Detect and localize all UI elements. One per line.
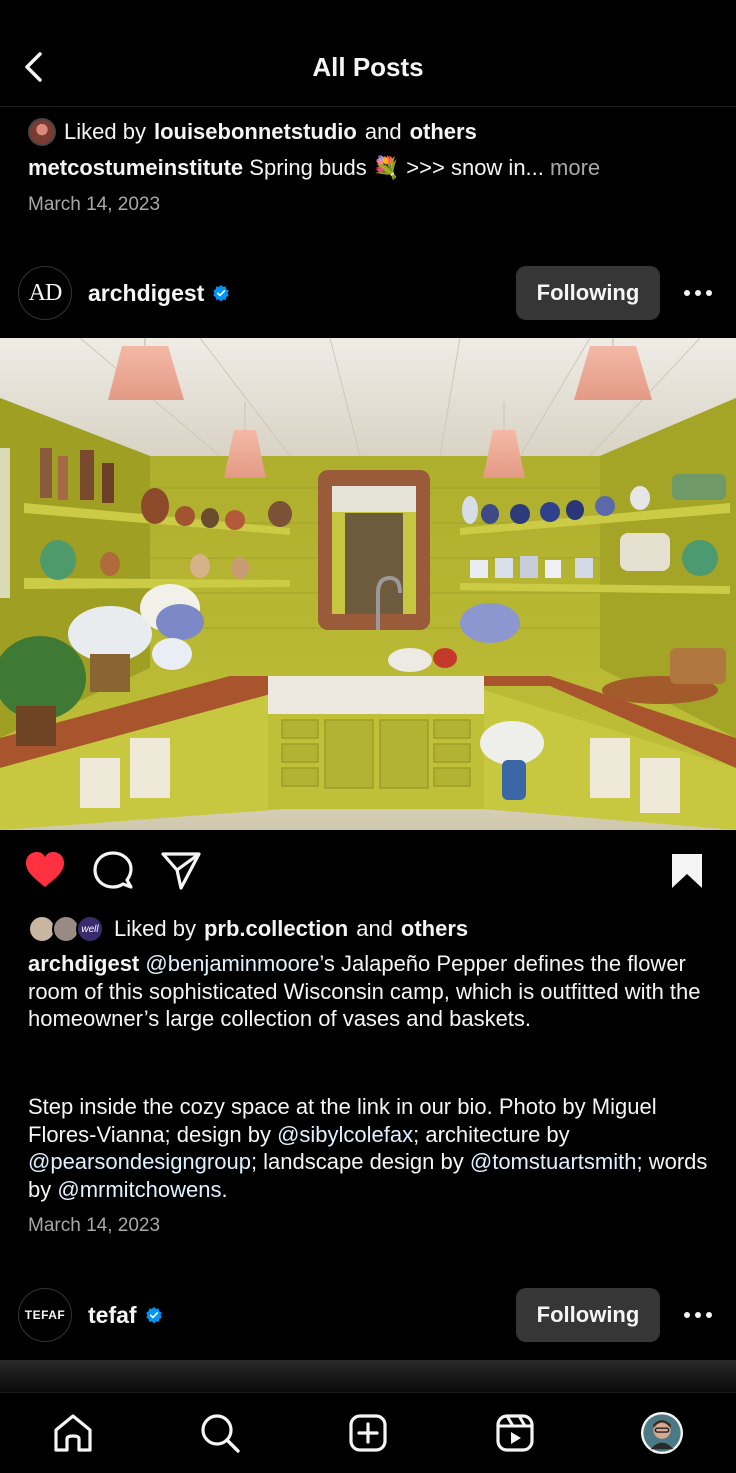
flower-room-illustration [0, 338, 736, 830]
following-button[interactable]: Following [516, 266, 660, 320]
post-username[interactable]: archdigest [88, 280, 204, 307]
liked-and: and [356, 916, 393, 941]
liked-prefix: Liked by [64, 119, 146, 144]
verified-badge-icon [145, 1306, 162, 1324]
avatar-logo-text: TEFAF [24, 1308, 66, 1322]
caption-text: Spring buds 💐 >>> snow in... [249, 155, 544, 180]
profile-avatar[interactable] [640, 1411, 684, 1455]
top-bar: All Posts [0, 0, 736, 107]
more-options-icon[interactable] [678, 1295, 718, 1335]
post-caption-para2: Step inside the cozy space at the link i… [28, 1093, 708, 1203]
home-icon[interactable] [51, 1411, 95, 1455]
post-date: March 14, 2023 [28, 1215, 161, 1236]
like-heart-icon[interactable] [24, 850, 66, 890]
prev-caption: metcostumeinstitute Spring buds 💐 >>> sn… [28, 154, 708, 182]
prev-post-date: March 14, 2023 [28, 194, 161, 215]
post-photo[interactable] [0, 338, 736, 830]
reels-icon[interactable] [493, 1411, 537, 1455]
caption-author-link[interactable]: archdigest [28, 951, 139, 976]
post-actions [0, 848, 736, 894]
post-caption: archdigest @benjaminmoore’s Jalapeño Pep… [28, 950, 708, 1033]
following-button[interactable]: Following [516, 1288, 660, 1342]
avatar-logo-text: AD [28, 279, 63, 306]
liked-prefix: Liked by [114, 916, 196, 941]
mention-benjaminmoore[interactable]: @benjaminmoore [145, 951, 319, 976]
create-icon[interactable] [346, 1411, 390, 1455]
tefaf-avatar[interactable]: TEFAF [18, 1288, 72, 1342]
liker-avatar-3: well [76, 915, 104, 943]
liked-others-link[interactable]: others [410, 119, 477, 145]
post-liked-by: well Liked by prb.collection and others [28, 914, 468, 944]
more-link[interactable]: more [550, 155, 600, 180]
caption-author-link[interactable]: metcostumeinstitute [28, 155, 243, 180]
share-icon[interactable] [160, 850, 202, 892]
prev-liked-by: Liked by louisebonnetstudio and others [28, 118, 477, 146]
verified-badge-icon [213, 284, 230, 302]
archdigest-avatar[interactable]: AD [18, 266, 72, 320]
liked-user-link[interactable]: prb.collection [204, 916, 348, 942]
mention-mrmitchowens[interactable]: @mrmitchowens [57, 1177, 221, 1202]
caption-text-4: ; landscape design by [250, 1149, 470, 1174]
post-header: AD archdigest Following [18, 264, 718, 322]
mention-sibylcolefax[interactable]: @sibylcolefax [277, 1122, 413, 1147]
next-post-header: TEFAF tefaf Following [18, 1286, 718, 1344]
mention-tomstuartsmith[interactable]: @tomstuartsmith [470, 1149, 637, 1174]
liker-avatars[interactable]: well [28, 914, 106, 944]
page-title: All Posts [312, 52, 424, 82]
post-username[interactable]: tefaf [88, 1302, 137, 1329]
liked-user-link[interactable]: louisebonnetstudio [154, 119, 357, 145]
liker-avatar[interactable] [28, 118, 56, 146]
comment-icon[interactable] [92, 850, 134, 892]
caption-text-6: . [221, 1176, 228, 1202]
bookmark-saved-icon[interactable] [670, 852, 704, 890]
search-icon[interactable] [198, 1411, 242, 1455]
caption-text-3: ; architecture by [413, 1121, 570, 1147]
mention-pearsondesigngroup[interactable]: @pearsondesigngroup [28, 1149, 251, 1174]
liked-and: and [364, 119, 402, 144]
next-post-photo-preview[interactable] [0, 1360, 736, 1392]
more-options-icon[interactable] [678, 273, 718, 313]
bottom-nav [0, 1392, 736, 1473]
liked-others-link[interactable]: others [401, 916, 468, 942]
